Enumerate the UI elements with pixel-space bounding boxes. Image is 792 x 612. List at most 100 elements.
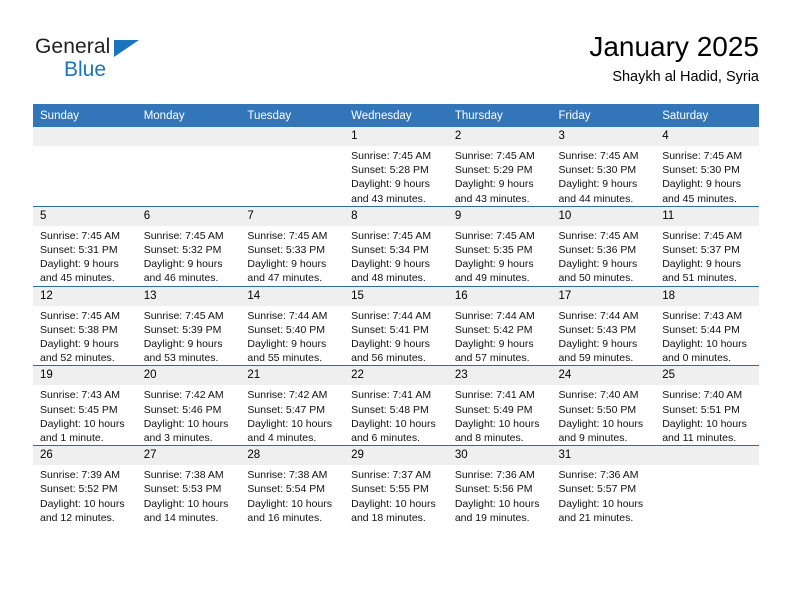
calendar-day-cell-empty [136, 127, 241, 207]
sunrise-text: Sunrise: 7:44 AM [247, 309, 328, 322]
day-details: Sunrise: 7:38 AM Sunset: 5:53 PM Daylight:… [137, 465, 241, 525]
sunrise-text: Sunrise: 7:45 AM [40, 229, 120, 242]
weekday-header-friday: Friday [551, 104, 656, 127]
calendar-day-cell[interactable]: 24 Sunrise: 7:40 AM Sunset: 5:50 PM Dayligh… [551, 365, 656, 446]
sunrise-text: Sunrise: 7:41 AM [454, 389, 535, 402]
daylight-text: Daylight: 10 hours [143, 417, 229, 430]
calendar-day-cell[interactable]: 14 Sunrise: 7:44 AM Sunset: 5:40 PM Dayligh… [240, 285, 345, 366]
calendar-day-cell[interactable]: 17 Sunrise: 7:44 AM Sunset: 5:43 PM Dayligh… [551, 285, 656, 366]
day-details: Sunrise: 7:41 AM Sunset: 5:49 PM Daylight:… [448, 385, 552, 445]
day-number [655, 446, 759, 466]
sunrise-text: Sunrise: 7:42 AM [247, 389, 328, 402]
day-details: Sunrise: 7:36 AM Sunset: 5:56 PM Daylight:… [448, 465, 552, 525]
day-number: 18 [655, 286, 759, 306]
day-number: 15 [344, 286, 448, 306]
calendar-day-cell[interactable]: 1 Sunrise: 7:45 AM Sunset: 5:28 PM Daylight… [344, 127, 448, 207]
daylight-text-cont: and 55 minutes. [247, 352, 323, 365]
calendar-day-cell[interactable]: 12 Sunrise: 7:45 AM Sunset: 5:38 PM Dayligh… [33, 285, 137, 366]
daylight-text-cont: and 16 minutes. [247, 511, 323, 524]
daylight-text-cont: and 21 minutes. [558, 511, 634, 524]
sunset-text: Sunset: 5:56 PM [454, 483, 533, 496]
calendar-day-cell[interactable]: 5 Sunrise: 7:45 AM Sunset: 5:31 PM Daylight… [33, 205, 137, 287]
day-number: 24 [551, 366, 656, 386]
calendar-day-cell[interactable]: 4 Sunrise: 7:45 AM Sunset: 5:30 PM Daylight… [655, 127, 759, 207]
calendar-day-cell[interactable]: 6 Sunrise: 7:45 AM Sunset: 5:32 PM Daylight… [136, 205, 241, 287]
calendar-day-cell[interactable]: 31 Sunrise: 7:36 AM Sunset: 5:57 PM Dayligh… [551, 445, 656, 526]
sunset-text: Sunset: 5:43 PM [558, 323, 637, 336]
day-number: 9 [447, 206, 552, 226]
calendar-day-cell[interactable]: 28 Sunrise: 7:38 AM Sunset: 5:54 PM Dayligh… [240, 445, 345, 526]
calendar-day-cell[interactable]: 29 Sunrise: 7:37 AM Sunset: 5:55 PM Dayligh… [344, 445, 448, 526]
daylight-text: Daylight: 10 hours [662, 417, 747, 430]
day-number: 25 [655, 366, 759, 386]
day-number: 23 [447, 366, 552, 386]
daylight-text-cont: and 56 minutes. [351, 352, 426, 365]
day-details: Sunrise: 7:45 AM Sunset: 5:37 PM Daylight:… [655, 226, 759, 286]
daylight-text-cont: and 44 minutes. [558, 192, 634, 205]
title-block: January 2025 Shaykh al Hadid, Syria [589, 30, 759, 88]
calendar-day-cell[interactable]: 8 Sunrise: 7:45 AM Sunset: 5:34 PM Daylight… [344, 205, 448, 287]
calendar-day-cell[interactable]: 7 Sunrise: 7:45 AM Sunset: 5:33 PM Daylight… [240, 205, 345, 287]
sunset-text: Sunset: 5:32 PM [143, 244, 222, 257]
sunrise-text: Sunrise: 7:44 AM [558, 309, 639, 322]
daylight-text: Daylight: 10 hours [40, 417, 125, 430]
daylight-text: Daylight: 9 hours [351, 338, 430, 351]
calendar-day-cell[interactable]: 11 Sunrise: 7:45 AM Sunset: 5:37 PM Dayligh… [655, 205, 759, 287]
day-details: Sunrise: 7:45 AM Sunset: 5:30 PM Daylight:… [655, 146, 759, 206]
sunset-text: Sunset: 5:55 PM [351, 483, 429, 496]
sunrise-text: Sunrise: 7:45 AM [351, 150, 432, 162]
calendar-day-cell[interactable]: 16 Sunrise: 7:44 AM Sunset: 5:42 PM Dayligh… [447, 285, 552, 366]
daylight-text-cont: and 51 minutes. [662, 272, 737, 285]
sunrise-text: Sunrise: 7:45 AM [662, 229, 743, 242]
calendar-day-cell[interactable]: 30 Sunrise: 7:36 AM Sunset: 5:56 PM Dayligh… [447, 445, 552, 526]
day-details: Sunrise: 7:44 AM Sunset: 5:40 PM Daylight:… [240, 306, 344, 366]
daylight-text: Daylight: 10 hours [662, 338, 747, 351]
calendar-day-cell[interactable]: 26 Sunrise: 7:39 AM Sunset: 5:52 PM Dayligh… [33, 445, 137, 526]
day-number: 16 [447, 286, 552, 306]
daylight-text: Daylight: 10 hours [454, 417, 540, 430]
calendar-day-cell[interactable]: 15 Sunrise: 7:44 AM Sunset: 5:41 PM Dayligh… [344, 285, 448, 366]
daylight-text-cont: and 53 minutes. [143, 352, 219, 365]
weekday-header-monday: Monday [136, 104, 241, 127]
calendar-week-row: 12 Sunrise: 7:45 AM Sunset: 5:38 PM Dayligh… [33, 285, 759, 366]
calendar-day-cell[interactable]: 23 Sunrise: 7:41 AM Sunset: 5:49 PM Dayligh… [447, 365, 552, 446]
daylight-text-cont: and 48 minutes. [351, 272, 426, 285]
calendar-body: 1 Sunrise: 7:45 AM Sunset: 5:28 PM Daylight… [33, 127, 759, 526]
daylight-text: Daylight: 9 hours [454, 338, 534, 351]
sunrise-text: Sunrise: 7:41 AM [351, 389, 432, 402]
calendar-day-cell[interactable]: 3 Sunrise: 7:45 AM Sunset: 5:30 PM Daylight… [551, 127, 656, 207]
day-number [33, 127, 137, 146]
calendar-day-cell[interactable]: 18 Sunrise: 7:43 AM Sunset: 5:44 PM Dayligh… [655, 285, 759, 366]
calendar-day-cell[interactable]: 21 Sunrise: 7:42 AM Sunset: 5:47 PM Dayligh… [240, 365, 345, 446]
calendar-day-cell[interactable]: 2 Sunrise: 7:45 AM Sunset: 5:29 PM Daylight… [447, 127, 552, 207]
weekday-header-row: Sunday Monday Tuesday Wednesday Thursday… [33, 104, 759, 127]
sunrise-text: Sunrise: 7:45 AM [558, 150, 639, 162]
day-number: 2 [447, 127, 552, 146]
day-number: 11 [655, 206, 759, 226]
calendar-day-cell[interactable]: 13 Sunrise: 7:45 AM Sunset: 5:39 PM Dayligh… [136, 285, 241, 366]
sunset-text: Sunset: 5:30 PM [558, 164, 637, 177]
sunrise-text: Sunrise: 7:40 AM [662, 389, 743, 402]
sunset-text: Sunset: 5:42 PM [454, 323, 533, 336]
daylight-text-cont: and 3 minutes. [143, 432, 213, 445]
calendar-day-cell[interactable]: 22 Sunrise: 7:41 AM Sunset: 5:48 PM Dayligh… [344, 365, 448, 446]
sunrise-text: Sunrise: 7:38 AM [143, 469, 224, 482]
sunset-text: Sunset: 5:37 PM [662, 244, 740, 257]
daylight-text-cont: and 4 minutes. [247, 432, 317, 445]
calendar-day-cell[interactable]: 25 Sunrise: 7:40 AM Sunset: 5:51 PM Dayligh… [655, 365, 759, 446]
daylight-text: Daylight: 9 hours [558, 338, 638, 351]
daylight-text-cont: and 8 minutes. [454, 432, 524, 445]
calendar-day-cell[interactable]: 19 Sunrise: 7:43 AM Sunset: 5:45 PM Dayligh… [33, 365, 137, 446]
calendar-day-cell[interactable]: 27 Sunrise: 7:38 AM Sunset: 5:53 PM Dayligh… [136, 445, 241, 526]
day-number: 21 [240, 366, 345, 386]
sunset-text: Sunset: 5:53 PM [143, 483, 222, 496]
calendar-day-cell[interactable]: 20 Sunrise: 7:42 AM Sunset: 5:46 PM Dayligh… [136, 365, 241, 446]
calendar-day-cell[interactable]: 9 Sunrise: 7:45 AM Sunset: 5:35 PM Daylight… [447, 205, 552, 287]
sunrise-text: Sunrise: 7:44 AM [351, 309, 432, 322]
calendar-day-cell[interactable]: 10 Sunrise: 7:45 AM Sunset: 5:36 PM Dayligh… [551, 205, 656, 287]
weekday-header-saturday: Saturday [655, 104, 759, 127]
calendar-page: General Blue January 2025 Shaykh al Hadi… [0, 0, 792, 612]
daylight-text-cont: and 12 minutes. [40, 511, 115, 524]
day-details: Sunrise: 7:38 AM Sunset: 5:54 PM Daylight:… [240, 465, 344, 525]
day-number: 22 [344, 366, 448, 386]
